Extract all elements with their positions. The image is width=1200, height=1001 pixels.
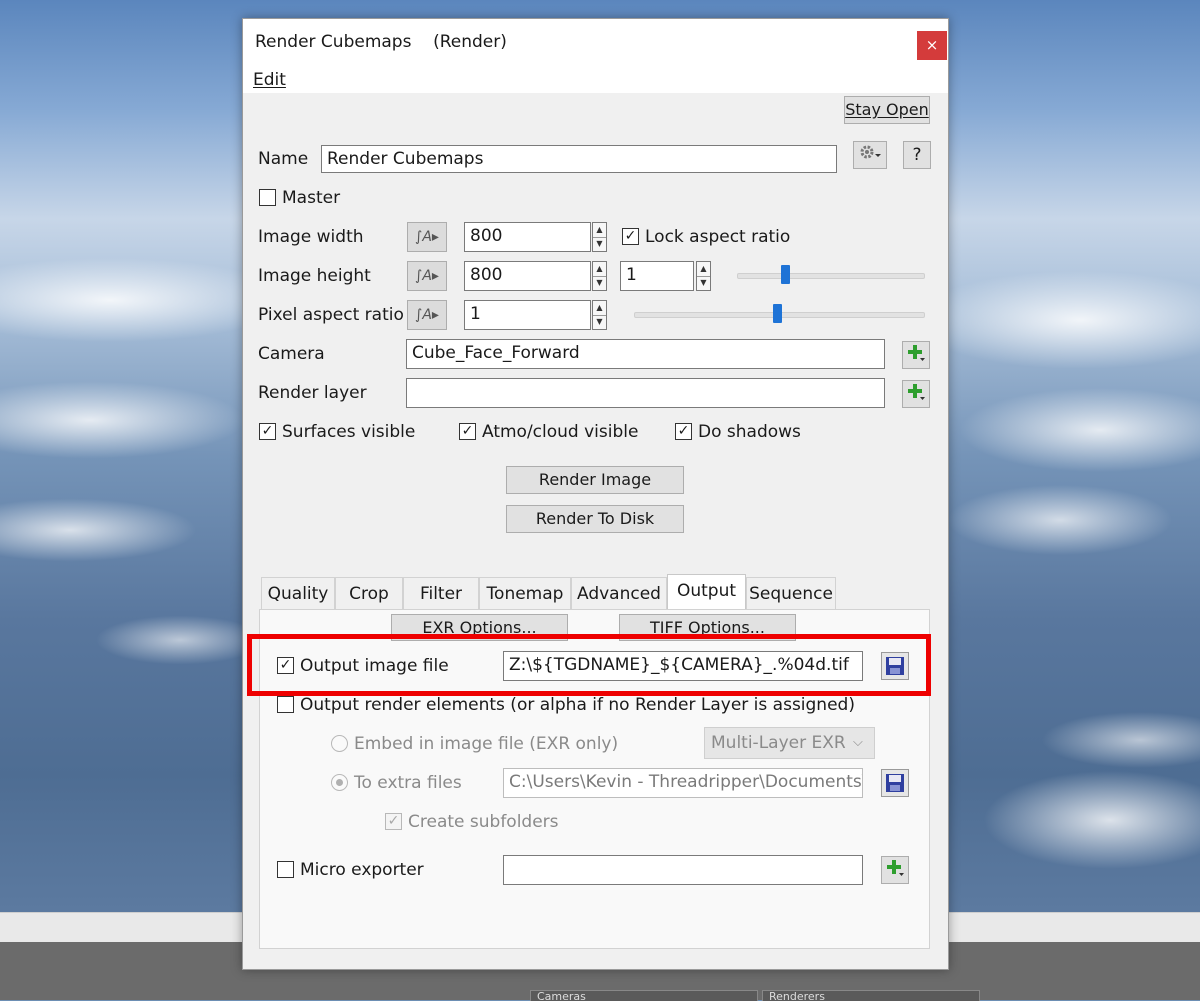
- image-height-slider-thumb[interactable]: [781, 265, 790, 284]
- camera-input[interactable]: Cube_Face_Forward: [406, 339, 885, 369]
- exr-options-button[interactable]: EXR Options...: [391, 614, 568, 641]
- camera-add-button[interactable]: [902, 341, 930, 369]
- embed-format-value: Multi-Layer EXR: [711, 733, 846, 753]
- spin-down-icon[interactable]: ▼: [593, 315, 606, 329]
- render-cubemaps-dialog: Render Cubemaps (Render) × Edit Stay Ope…: [242, 18, 949, 970]
- image-width-animate-button[interactable]: ∫A▸: [407, 222, 447, 252]
- extra-files-save-button[interactable]: [881, 769, 909, 797]
- spin-down-icon[interactable]: ▼: [593, 276, 606, 290]
- image-height-spinner[interactable]: ▲ ▼: [592, 261, 607, 291]
- tab-advanced[interactable]: Advanced: [571, 577, 667, 609]
- renderers-panel-header[interactable]: Renderers: [762, 990, 980, 1001]
- lock-aspect-label: Lock aspect ratio: [645, 227, 791, 247]
- close-button[interactable]: ×: [917, 31, 947, 60]
- output-render-elements-label: Output render elements (or alpha if no R…: [300, 695, 855, 715]
- pixel-aspect-animate-button[interactable]: ∫A▸: [407, 300, 447, 330]
- function-curve-icon: ∫A▸: [415, 307, 439, 323]
- micro-exporter-add-button[interactable]: [881, 856, 909, 884]
- image-height-label: Image height: [258, 266, 371, 286]
- do-shadows-label: Do shadows: [698, 422, 801, 442]
- save-floppy-icon: [886, 657, 904, 675]
- spin-up-icon[interactable]: ▲: [593, 223, 606, 238]
- stay-open-button[interactable]: Stay Open: [844, 96, 930, 124]
- render-layer-add-button[interactable]: [902, 380, 930, 408]
- help-button[interactable]: ?: [903, 141, 931, 169]
- cameras-panel-header[interactable]: Cameras: [530, 990, 758, 1001]
- image-width-spinner[interactable]: ▲ ▼: [592, 222, 607, 252]
- image-height-slider-track[interactable]: [737, 273, 925, 279]
- master-checkbox[interactable]: [259, 189, 276, 206]
- settings-dropdown-button[interactable]: [853, 141, 887, 169]
- tab-crop[interactable]: Crop: [335, 577, 403, 609]
- name-input[interactable]: Render Cubemaps: [321, 145, 837, 173]
- render-layer-input[interactable]: [406, 378, 885, 408]
- tiff-options-button[interactable]: TIFF Options...: [619, 614, 796, 641]
- name-label: Name: [258, 149, 309, 169]
- render-to-disk-button[interactable]: Render To Disk: [506, 505, 684, 533]
- micro-exporter-checkbox[interactable]: [277, 861, 294, 878]
- image-height-animate-button[interactable]: ∫A▸: [407, 261, 447, 291]
- output-render-elements-checkbox[interactable]: [277, 696, 294, 713]
- spin-up-icon[interactable]: ▲: [697, 262, 710, 277]
- spin-down-icon[interactable]: ▼: [697, 276, 710, 290]
- image-height-scale-input[interactable]: 1: [620, 261, 694, 291]
- camera-label: Camera: [258, 344, 325, 364]
- create-subfolders-checkbox[interactable]: ✓: [385, 813, 402, 830]
- menu-edit[interactable]: Edit: [253, 70, 286, 90]
- micro-exporter-label: Micro exporter: [300, 860, 424, 880]
- surfaces-visible-label: Surfaces visible: [282, 422, 416, 442]
- function-curve-icon: ∫A▸: [415, 268, 439, 284]
- create-subfolders-label: Create subfolders: [408, 812, 559, 832]
- embed-in-image-radio[interactable]: [331, 735, 348, 752]
- add-plus-icon: [908, 345, 925, 361]
- window-title: Render Cubemaps (Render): [255, 32, 507, 52]
- chevron-down-icon: ⌵: [853, 735, 863, 750]
- gear-icon: [860, 145, 881, 159]
- micro-exporter-input[interactable]: [503, 855, 863, 885]
- render-layer-label: Render layer: [258, 383, 367, 403]
- image-height-scale-spinner[interactable]: ▲ ▼: [696, 261, 711, 291]
- do-shadows-checkbox[interactable]: ✓: [675, 423, 692, 440]
- tab-sequence[interactable]: Sequence: [746, 577, 836, 609]
- embed-format-select[interactable]: Multi-Layer EXR ⌵: [704, 727, 875, 759]
- extra-files-path-input[interactable]: C:\Users\Kevin - Threadripper\Documents\…: [503, 768, 863, 798]
- image-width-label: Image width: [258, 227, 364, 247]
- output-image-file-label: Output image file: [300, 656, 449, 676]
- save-floppy-icon: [886, 774, 904, 792]
- pixel-aspect-spinner[interactable]: ▲ ▼: [592, 300, 607, 330]
- add-plus-icon: [887, 860, 904, 876]
- render-image-button[interactable]: Render Image: [506, 466, 684, 494]
- embed-in-image-label: Embed in image file (EXR only): [354, 734, 619, 754]
- atmo-cloud-visible-checkbox[interactable]: ✓: [459, 423, 476, 440]
- atmo-cloud-visible-label: Atmo/cloud visible: [482, 422, 639, 442]
- title-bar[interactable]: Render Cubemaps (Render) ×: [243, 19, 948, 69]
- surfaces-visible-checkbox[interactable]: ✓: [259, 423, 276, 440]
- tab-tonemap[interactable]: Tonemap: [479, 577, 571, 609]
- master-label: Master: [282, 188, 341, 208]
- image-width-input[interactable]: 800: [464, 222, 591, 252]
- spin-down-icon[interactable]: ▼: [593, 237, 606, 251]
- output-image-file-input[interactable]: Z:\${TGDNAME}_${CAMERA}_.%04d.tif: [503, 651, 863, 681]
- spin-up-icon[interactable]: ▲: [593, 262, 606, 277]
- output-image-file-save-button[interactable]: [881, 652, 909, 680]
- image-height-input[interactable]: 800: [464, 261, 591, 291]
- to-extra-files-radio[interactable]: [331, 774, 348, 791]
- spin-up-icon[interactable]: ▲: [593, 301, 606, 316]
- tab-output[interactable]: Output: [667, 574, 746, 610]
- lock-aspect-checkbox[interactable]: ✓: [622, 228, 639, 245]
- pixel-aspect-label: Pixel aspect ratio: [258, 305, 404, 325]
- pixel-aspect-input[interactable]: 1: [464, 300, 591, 330]
- menu-bar: Edit: [243, 69, 948, 93]
- function-curve-icon: ∫A▸: [415, 229, 439, 245]
- tab-filter[interactable]: Filter: [403, 577, 479, 609]
- pixel-aspect-slider-thumb[interactable]: [773, 304, 782, 323]
- add-plus-icon: [908, 384, 925, 400]
- tab-quality[interactable]: Quality: [261, 577, 335, 609]
- to-extra-files-label: To extra files: [354, 773, 462, 793]
- output-image-file-checkbox[interactable]: ✓: [277, 657, 294, 674]
